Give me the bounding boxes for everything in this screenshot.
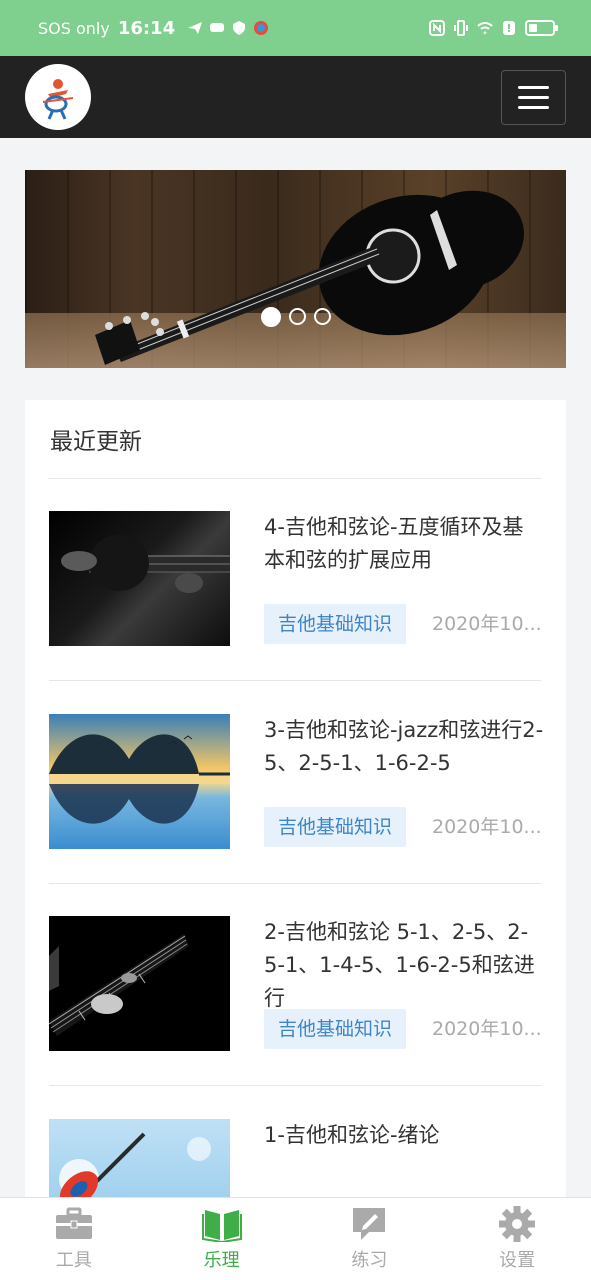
carousel-dot[interactable]	[260, 307, 281, 327]
status-bar: SOS only 16:14	[0, 0, 591, 56]
tab-label: 练习	[351, 1250, 388, 1271]
category-tag[interactable]: 吉他基础知识	[264, 1009, 407, 1049]
book-icon	[201, 1210, 242, 1242]
banner-carousel[interactable]	[25, 170, 566, 368]
article-date: 2020年10...	[432, 816, 542, 838]
article-title: 2-吉他和弦论 5-1、2-5、2-5-1、1-4-5、1-6-2-5和弦进行	[264, 920, 535, 1010]
article-item[interactable]: 3-吉他和弦论-jazz和弦进行2-5、2-5-1、1-6-2-5 吉他基础知识…	[49, 714, 544, 854]
article-thumbnail	[49, 916, 230, 1051]
tab-tools[interactable]: 工具	[0, 1198, 148, 1280]
toolbox-icon	[55, 1207, 92, 1239]
article-thumbnail	[49, 1119, 230, 1200]
article-date: 2020年10...	[432, 1018, 542, 1040]
divider	[49, 1085, 541, 1086]
carousel-dot[interactable]	[313, 308, 331, 325]
electric-guitar-image	[59, 1132, 211, 1200]
hamburger-menu-button[interactable]	[501, 69, 566, 125]
guitar-player-icon	[42, 79, 74, 120]
article-date: 2020年10...	[432, 613, 542, 635]
edit-icon	[353, 1208, 386, 1240]
guitar-image	[95, 190, 524, 365]
divider	[49, 680, 541, 681]
article-item[interactable]: 4-吉他和弦论-五度循环及基本和弦的扩展应用 吉他基础知识 2020年10...	[49, 511, 542, 651]
guitar-playing-image	[61, 535, 230, 593]
tree-reflection-image	[49, 734, 230, 824]
article-thumbnail	[49, 511, 230, 646]
carousel-indicators	[260, 307, 331, 327]
article-title: 4-吉他和弦论-五度循环及基本和弦的扩展应用	[264, 515, 524, 572]
carousel-dot[interactable]	[288, 308, 306, 325]
tab-label: 乐理	[203, 1250, 240, 1271]
section-title: 最近更新	[50, 429, 142, 455]
gear-icon	[499, 1206, 536, 1242]
app-header	[0, 56, 591, 138]
article-thumbnail	[49, 714, 230, 849]
alert-icon	[503, 21, 515, 35]
tab-music-theory[interactable]: 乐理	[148, 1198, 296, 1280]
wifi-icon	[477, 22, 493, 35]
app-icon	[254, 21, 269, 35]
guitar-player-logo[interactable]	[25, 64, 91, 130]
menu-bar	[518, 85, 549, 89]
category-tag[interactable]: 吉他基础知识	[264, 807, 407, 847]
article-title: 3-吉他和弦论-jazz和弦进行2-5、2-5-1、1-6-2-5	[264, 718, 544, 775]
send-icon	[188, 22, 203, 34]
vibrate-icon	[454, 20, 468, 36]
shield-icon	[233, 21, 246, 35]
article-title: 1-吉他和弦论-绪论	[264, 1123, 440, 1147]
bottom-tab-bar: 工具 乐理 练习 设置	[0, 1197, 591, 1280]
clock: 16:14	[117, 17, 176, 39]
article-item[interactable]: 1-吉他和弦论-绪论	[49, 1119, 541, 1200]
guitar-fretboard-image	[49, 934, 189, 1036]
chat-icon	[210, 23, 225, 32]
tab-label: 设置	[499, 1250, 536, 1271]
tab-settings[interactable]: 设置	[443, 1198, 591, 1280]
recent-updates-card: 最近更新 4-吉他和弦论-五度循环及基本和弦的扩展应用 吉他基础知识 2020年…	[25, 400, 566, 1200]
tab-label: 工具	[55, 1250, 92, 1271]
tab-practice[interactable]: 练习	[296, 1198, 444, 1280]
battery-icon	[525, 20, 558, 36]
category-tag[interactable]: 吉他基础知识	[264, 604, 407, 644]
menu-bar	[518, 105, 549, 109]
article-item[interactable]: 2-吉他和弦论 5-1、2-5、2-5-1、1-4-5、1-6-2-5和弦进行 …	[49, 916, 542, 1056]
nfc-icon	[429, 20, 445, 36]
divider	[49, 883, 541, 884]
menu-bar	[518, 95, 549, 99]
carrier-label: SOS only	[38, 18, 110, 38]
divider	[49, 478, 541, 479]
